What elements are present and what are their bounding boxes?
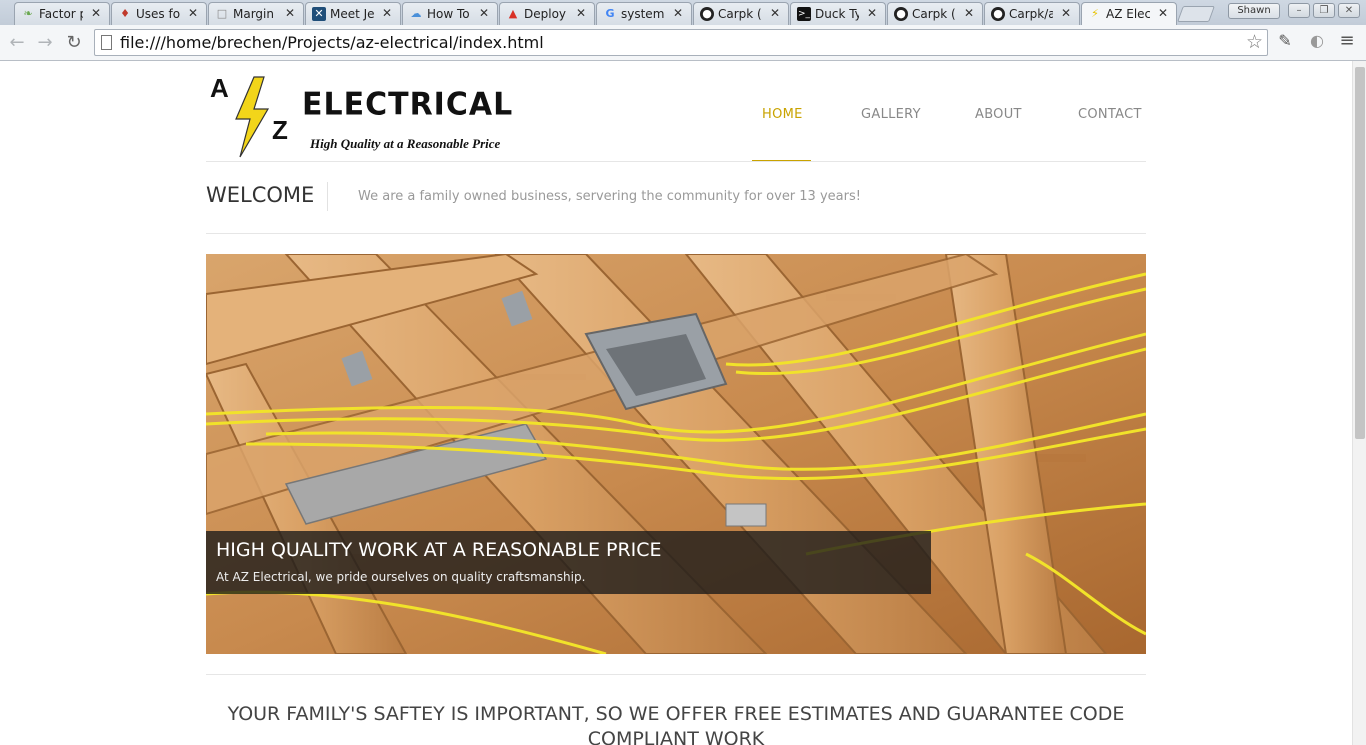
divider	[206, 233, 1146, 234]
tab-title: Uses fo	[136, 7, 180, 21]
browser-toolbar: ← → ↻ file:///home/brechen/Projects/az-e…	[0, 25, 1366, 61]
tab-title: Carpk/a	[1009, 7, 1053, 21]
close-tab-icon[interactable]: ✕	[285, 6, 295, 20]
tab-4[interactable]: ☁ How To ✕	[402, 2, 498, 25]
close-tab-icon[interactable]: ✕	[1061, 6, 1071, 20]
caption-text: At AZ Electrical, we pride ourselves on …	[216, 570, 586, 584]
close-tab-icon[interactable]: ✕	[964, 6, 974, 20]
tab-2[interactable]: □ Margin ✕	[208, 2, 304, 25]
cloud-icon: ☁	[410, 7, 422, 20]
extension-icon[interactable]: ◐	[1306, 30, 1328, 52]
page-icon	[101, 35, 112, 50]
url-text[interactable]: file:///home/brechen/Projects/az-electri…	[120, 33, 544, 52]
forward-arrow-icon[interactable]: →	[34, 32, 56, 54]
new-tab-button[interactable]	[1177, 6, 1215, 22]
logo-letter-a: A	[210, 73, 229, 103]
tab-11-active[interactable]: ⚡ AZ Elec ✕	[1081, 2, 1177, 25]
tab-title: Margin	[233, 7, 274, 21]
github-icon: ●	[894, 7, 908, 21]
tab-title: Carpk (	[718, 7, 762, 21]
ruby-icon: ♦	[120, 7, 130, 20]
close-tab-icon[interactable]: ✕	[91, 6, 101, 20]
close-tab-icon[interactable]: ✕	[673, 6, 683, 20]
tab-title: system	[621, 7, 665, 21]
tab-7[interactable]: ● Carpk ( ✕	[693, 2, 789, 25]
tab-title: How To	[427, 7, 470, 21]
tab-5[interactable]: ▲ Deploy ✕	[499, 2, 595, 25]
nav-gallery[interactable]: GALLERY	[861, 107, 921, 122]
page-viewport: A Z ELECTRICAL High Quality at a Reasona…	[0, 61, 1352, 745]
eyedropper-icon[interactable]: ✎	[1274, 30, 1296, 52]
tab-1[interactable]: ♦ Uses fo ✕	[111, 2, 207, 25]
vertical-scrollbar[interactable]	[1352, 61, 1366, 745]
minimize-icon[interactable]: –	[1288, 3, 1310, 18]
tab-strip: ❧ Factor p ✕ ♦ Uses fo ✕ □ Margin ✕ ✕ Me…	[0, 0, 1366, 25]
leaf-icon: ❧	[23, 7, 33, 20]
tab-title: AZ Elec	[1106, 7, 1150, 21]
logo-letter-z: Z	[272, 115, 288, 145]
vertical-divider	[327, 182, 328, 211]
github-icon: ●	[700, 7, 714, 21]
joists-wiring-photo	[206, 254, 1146, 654]
hero-image	[206, 254, 1146, 654]
nav-about[interactable]: ABOUT	[975, 107, 1022, 122]
bookmark-star-icon[interactable]: ☆	[1246, 31, 1263, 53]
terminal-icon: >_	[797, 7, 811, 21]
lightning-bolt-icon	[235, 76, 270, 158]
close-tab-icon[interactable]: ✕	[188, 6, 198, 20]
hero-caption: HIGH QUALITY WORK AT A REASONABLE PRICE …	[206, 531, 931, 594]
divider	[206, 161, 1146, 162]
close-tab-icon[interactable]: ✕	[382, 6, 392, 20]
welcome-subtitle: We are a family owned business, serverin…	[358, 189, 861, 204]
reload-icon[interactable]: ↻	[63, 32, 85, 54]
restore-icon[interactable]: ❐	[1313, 3, 1335, 18]
google-icon: G	[605, 7, 615, 20]
divider	[206, 674, 1146, 675]
back-arrow-icon[interactable]: ←	[6, 32, 28, 54]
nav-home[interactable]: HOME	[762, 107, 803, 122]
close-window-icon[interactable]: ✕	[1338, 3, 1360, 18]
site-logo[interactable]: A Z ELECTRICAL High Quality at a Reasona…	[206, 73, 526, 158]
tab-title: Factor p	[39, 7, 83, 21]
caption-title: HIGH QUALITY WORK AT A REASONABLE PRICE	[216, 539, 662, 561]
tab-10[interactable]: ● Carpk/a ✕	[984, 2, 1080, 25]
tab-title: Carpk (	[912, 7, 956, 21]
logo-tagline: High Quality at a Reasonable Price	[310, 136, 501, 151]
close-tab-icon[interactable]: ✕	[770, 6, 780, 20]
tab-title: Deploy	[524, 7, 567, 21]
welcome-title: WELCOME	[206, 183, 315, 207]
tab-6[interactable]: G system ✕	[596, 2, 692, 25]
github-icon: ●	[991, 7, 1005, 21]
tab-8[interactable]: >_ Duck Ty ✕	[790, 2, 886, 25]
tab-3[interactable]: ✕ Meet Je ✕	[305, 2, 401, 25]
scrollbar-thumb[interactable]	[1355, 67, 1365, 439]
close-tab-icon[interactable]: ✕	[479, 6, 489, 20]
safety-headline: YOUR FAMILY'S SAFTEY IS IMPORTANT, SO WE…	[227, 703, 1125, 745]
triangle-icon: ▲	[508, 7, 518, 20]
tab-title: Meet Je	[330, 7, 374, 21]
close-tab-icon[interactable]: ✕	[576, 6, 586, 20]
bolt-icon: ⚡	[1091, 7, 1099, 20]
close-tab-icon[interactable]: ✕	[1158, 6, 1168, 20]
logo-brand-text: ELECTRICAL	[302, 86, 514, 123]
profile-button[interactable]: Shawn	[1228, 3, 1280, 19]
menu-icon[interactable]: ≡	[1336, 30, 1358, 52]
nav-contact[interactable]: CONTACT	[1078, 107, 1142, 122]
document-icon: □	[216, 7, 228, 20]
address-bar[interactable]: file:///home/brechen/Projects/az-electri…	[94, 29, 1268, 56]
tab-title: Duck Ty	[815, 7, 859, 21]
tab-9[interactable]: ● Carpk ( ✕	[887, 2, 983, 25]
tab-0[interactable]: ❧ Factor p ✕	[14, 2, 110, 25]
jenkins-icon: ✕	[312, 7, 326, 21]
close-tab-icon[interactable]: ✕	[867, 6, 877, 20]
